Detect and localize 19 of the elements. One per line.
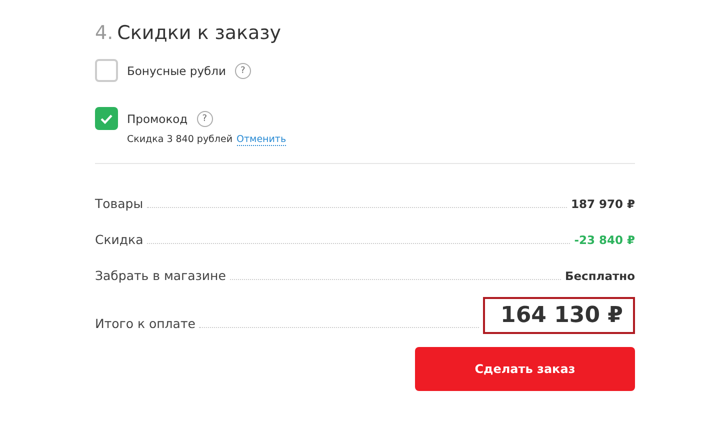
summary-value: -23 840 ₽ xyxy=(574,233,635,249)
total-amount: 164 130 ₽ xyxy=(482,297,635,334)
cancel-link[interactable]: Отменить xyxy=(236,134,286,146)
place-order-button[interactable]: Сделать заказ xyxy=(415,347,635,391)
check-icon xyxy=(100,114,113,124)
checkbox[interactable] xyxy=(95,59,118,82)
summary-value: 187 970 ₽ xyxy=(570,197,635,213)
help-icon[interactable]: ? xyxy=(196,110,213,126)
summary-label: Забрать в магазине xyxy=(95,268,226,285)
section-title: 4. Скидки к заказу xyxy=(95,22,282,44)
help-icon[interactable]: ? xyxy=(234,62,251,78)
checkbox[interactable] xyxy=(95,107,118,130)
summary-label: Товары xyxy=(95,196,144,213)
summary-value: Бесплатно xyxy=(564,269,635,285)
summary-label: Скидка xyxy=(95,232,144,249)
discount-note: Скидка 3 840 рублей xyxy=(127,134,233,146)
option-label: Бонусные рубли xyxy=(127,64,226,78)
option-label: Промокод xyxy=(127,112,188,126)
summary-label: Итого к оплате xyxy=(95,316,196,333)
